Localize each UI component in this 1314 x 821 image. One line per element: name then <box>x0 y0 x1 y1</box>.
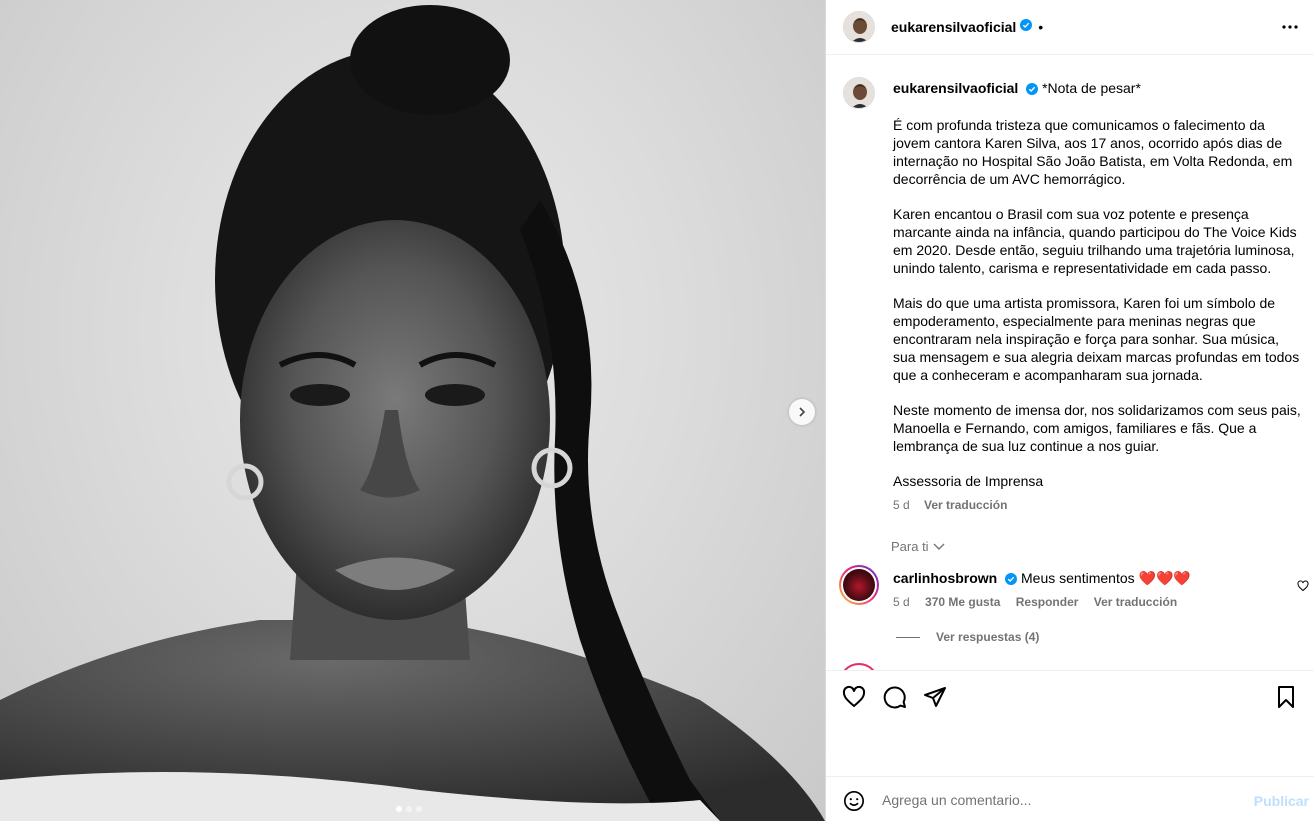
caption-paragraph: Karen encantou o Brasil com sua voz pote… <box>893 206 1297 276</box>
comment-text: Meus sentimentos <box>1021 570 1139 586</box>
comments-sort-toggle[interactable]: Para ti <box>891 539 945 554</box>
comment-time[interactable]: 5 d <box>893 595 910 609</box>
post-time[interactable]: 5 d <box>893 498 910 512</box>
post-photo <box>0 5 825 821</box>
avatar-image <box>844 78 874 108</box>
heart-icon <box>842 685 866 707</box>
caption-author <box>843 77 875 109</box>
sort-label: Para ti <box>891 539 929 554</box>
comment-input[interactable] <box>882 789 1242 811</box>
comment-like-button[interactable] <box>1297 579 1309 597</box>
verified-badge-icon <box>1020 18 1033 36</box>
comment-likes[interactable]: 370 Me gusta <box>925 595 1000 609</box>
comment-meta: 5 d 370 Me gusta Responder Ver traducció… <box>893 595 1189 609</box>
save-button[interactable] <box>1274 685 1298 714</box>
chevron-right-icon <box>799 407 806 417</box>
bookmark-icon <box>1278 686 1294 708</box>
commenter-avatar[interactable] <box>839 565 879 605</box>
separator-dot: • <box>1038 19 1044 35</box>
caption-username[interactable]: eukarensilvaoficial <box>893 80 1018 96</box>
comment-composer: Publicar <box>826 776 1314 821</box>
comment-button[interactable] <box>883 685 907 714</box>
comments-scroll-area[interactable]: eukarensilvaoficial *Nota de pesar* É co… <box>826 55 1314 670</box>
caption-paragraph: É com profunda tristeza que comunicamos … <box>893 117 1293 187</box>
heart-icon <box>1297 580 1309 592</box>
carousel-dot <box>406 806 412 812</box>
post-side-panel: eukarensilvaoficial • eukarensilvaoficia… <box>825 0 1314 821</box>
author-avatar[interactable] <box>843 11 875 43</box>
caption-title: *Nota de pesar* <box>1042 80 1141 96</box>
carousel-dot <box>416 806 422 812</box>
caption-signature: Assessoria de Imprensa <box>893 473 1044 489</box>
verified-badge-icon <box>1005 572 1018 588</box>
commenter-username[interactable]: carlinhosbrown <box>893 570 997 586</box>
post-media[interactable] <box>0 0 825 821</box>
author-avatar[interactable] <box>843 77 875 109</box>
emoji-picker-button[interactable] <box>843 790 865 817</box>
avatar-image <box>844 12 874 42</box>
paper-plane-icon <box>924 687 946 707</box>
view-replies-button[interactable]: Ver respuestas (4) <box>896 630 1039 644</box>
emoji-smile-icon <box>844 791 864 811</box>
translate-link[interactable]: Ver traducción <box>924 498 1007 512</box>
commenter-avatar[interactable] <box>839 663 879 670</box>
comment-body: carlinhosbrown Meus sentimentos ❤️❤️❤️ <box>893 570 1293 588</box>
verified-badge-icon <box>1026 81 1039 99</box>
post-header: eukarensilvaoficial • <box>826 0 1314 55</box>
caption-paragraph: Neste momento de imensa dor, nos solidar… <box>893 402 1301 454</box>
reply-button[interactable]: Responder <box>1016 595 1079 609</box>
more-horizontal-icon <box>1282 25 1298 29</box>
view-replies-label: Ver respuestas (4) <box>936 630 1040 644</box>
publish-button[interactable]: Publicar <box>1254 793 1309 809</box>
caption-meta: 5 d Ver traducción <box>893 496 1303 514</box>
comment-bubble-icon <box>883 686 906 709</box>
carousel-indicator <box>396 806 422 812</box>
replies-divider <box>896 636 920 638</box>
like-button[interactable] <box>842 685 866 714</box>
author-username[interactable]: eukarensilvaoficial <box>891 19 1016 35</box>
chevron-down-icon <box>933 543 945 550</box>
comment-translate-link[interactable]: Ver traducción <box>1094 595 1177 609</box>
post-actions-bar <box>826 670 1314 776</box>
next-slide-button[interactable] <box>789 399 815 425</box>
carousel-dot <box>396 806 402 812</box>
share-button[interactable] <box>923 685 947 714</box>
post-caption: eukarensilvaoficial *Nota de pesar* É co… <box>893 79 1303 514</box>
more-options-button[interactable] <box>1281 18 1299 41</box>
caption-paragraph: Mais do que uma artista promissora, Kare… <box>893 295 1300 383</box>
comment-emoji: ❤️❤️❤️ <box>1138 570 1191 586</box>
